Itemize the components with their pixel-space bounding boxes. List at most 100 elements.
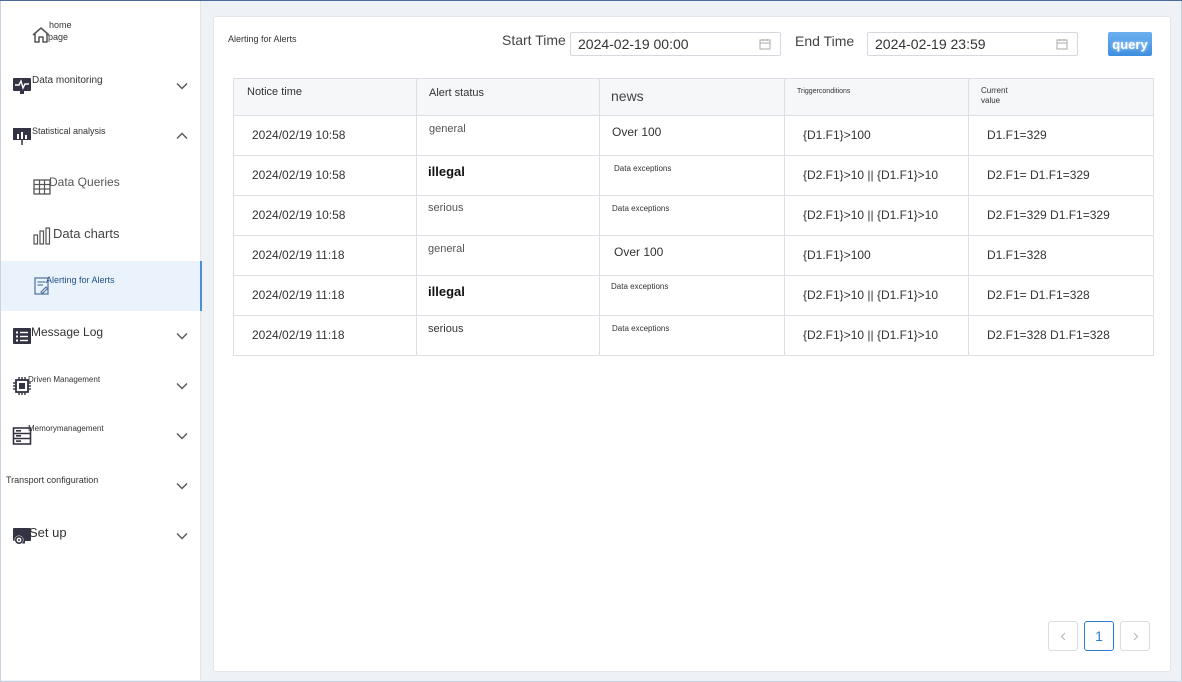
sidebar-item-home-label-line2: page — [48, 32, 69, 42]
start-time-picker[interactable] — [570, 32, 781, 56]
trigger-conditions-cell: {D2.F1}>10 || {D1.F1}>10 — [803, 328, 938, 342]
chevron-down-icon — [175, 329, 189, 343]
chevron-down-icon — [175, 529, 189, 543]
end-time-picker[interactable] — [867, 32, 1078, 56]
table-row[interactable]: 2024/02/19 11:18 serious Data exceptions… — [233, 315, 1154, 356]
sidebar-item-set-up[interactable]: Set up — [1, 511, 200, 561]
column-header-notice-time[interactable]: Notice time — [233, 78, 417, 116]
sidebar-item-home-label-line1: home — [49, 20, 72, 30]
page-number-button[interactable]: 1 — [1084, 621, 1114, 651]
trigger-conditions-cell: {D1.F1}>100 — [803, 248, 871, 262]
sidebar-item-statistical-analysis-label: Statistical analysis — [32, 126, 106, 136]
next-page-button[interactable] — [1120, 621, 1150, 651]
current-value-cell: D1.F1=329 — [987, 128, 1047, 142]
sidebar-item-message-log[interactable]: Message Log — [1, 311, 200, 361]
column-header-label: Current — [981, 86, 1008, 95]
chevron-down-icon — [175, 79, 189, 93]
sidebar-item-data-queries[interactable]: Data Queries — [1, 161, 200, 211]
list-icon — [12, 326, 32, 346]
notice-time-cell: 2024/02/19 10:58 — [252, 208, 346, 222]
trigger-conditions-cell: {D2.F1}>10 || {D1.F1}>10 — [803, 168, 938, 182]
column-header-news[interactable]: news — [599, 78, 785, 116]
column-header-label: Triggerconditions — [797, 88, 851, 95]
sidebar-item-memory-management[interactable]: Memorymanagement — [1, 411, 200, 461]
table-row[interactable]: 2024/02/19 11:18 illegal Data exceptions… — [233, 275, 1154, 316]
column-header-label: Notice time — [247, 86, 303, 98]
end-time-input[interactable] — [875, 36, 1045, 52]
sidebar: home page Data monitoring Statistical an… — [1, 1, 202, 680]
sidebar-item-data-monitoring-label: Data monitoring — [32, 75, 103, 86]
current-value-cell: D2.F1=329 D1.F1=329 — [987, 208, 1110, 222]
query-button[interactable]: query — [1108, 32, 1152, 56]
news-cell: Over 100 — [612, 125, 662, 139]
bar-chart-icon — [32, 226, 52, 246]
sidebar-item-statistical-analysis[interactable]: Statistical analysis — [1, 111, 200, 161]
main-panel: Alerting for Alerts Start Time End Time … — [213, 16, 1171, 672]
notice-time-cell: 2024/02/19 11:18 — [252, 288, 345, 302]
sidebar-item-transport-configuration-label: Transport configuration — [6, 475, 99, 485]
sidebar-item-message-log-label: Message Log — [31, 325, 104, 339]
sidebar-item-driven-management-label: Driven Management — [28, 375, 101, 384]
column-header-label: Alert status — [429, 87, 485, 99]
column-header-alert-status[interactable]: Alert status — [416, 78, 600, 116]
trigger-conditions-cell: {D1.F1}>100 — [803, 128, 871, 142]
chevron-right-icon — [1133, 632, 1139, 641]
sidebar-item-alerting-label: Alerting for Alerts — [46, 275, 115, 285]
notice-time-cell: 2024/02/19 10:58 — [252, 168, 346, 182]
table-row[interactable]: 2024/02/19 10:58 general Over 100 {D1.F1… — [233, 115, 1154, 156]
news-cell: Data exceptions — [614, 164, 672, 173]
column-header-label: news — [611, 88, 644, 104]
alert-status-cell: illegal — [428, 164, 465, 179]
column-header-trigger-conditions[interactable]: Triggerconditions — [784, 78, 969, 116]
sidebar-item-memory-management-label: Memorymanagement — [28, 424, 104, 433]
news-cell: Data exceptions — [611, 282, 669, 291]
start-time-label: Start Time — [502, 32, 566, 48]
calendar-icon[interactable] — [1056, 38, 1068, 50]
notice-time-cell: 2024/02/19 11:18 — [252, 328, 345, 342]
current-value-cell: D1.F1=328 — [987, 248, 1047, 262]
chevron-left-icon — [1060, 632, 1066, 641]
chevron-down-icon — [175, 429, 189, 443]
sidebar-item-home[interactable]: home page — [1, 11, 200, 61]
table-row[interactable]: 2024/02/19 10:58 illegal Data exceptions… — [233, 155, 1154, 196]
column-header-current-value[interactable]: Current value — [968, 78, 1154, 116]
sidebar-item-set-up-label: Set up — [29, 525, 67, 540]
alert-status-cell: serious — [428, 323, 464, 335]
chevron-down-icon — [175, 479, 189, 493]
current-value-cell: D2.F1= D1.F1=329 — [987, 168, 1090, 182]
sidebar-item-transport-configuration[interactable]: Transport configuration — [1, 461, 200, 511]
prev-page-button[interactable] — [1048, 621, 1078, 651]
notice-time-cell: 2024/02/19 10:58 — [252, 128, 346, 142]
sidebar-item-data-queries-label: Data Queries — [49, 175, 120, 189]
monitor-pulse-icon — [12, 76, 32, 96]
start-time-input[interactable] — [578, 36, 748, 52]
table-row[interactable]: 2024/02/19 11:18 general Over 100 {D1.F1… — [233, 235, 1154, 276]
alert-status-cell: serious — [428, 202, 464, 214]
alert-status-cell: general — [429, 123, 466, 135]
table-row[interactable]: 2024/02/19 10:58 serious Data exceptions… — [233, 195, 1154, 236]
sidebar-item-data-charts[interactable]: Data charts — [1, 211, 200, 261]
chevron-up-icon — [175, 129, 189, 143]
current-value-cell: D2.F1= D1.F1=328 — [987, 288, 1090, 302]
trigger-conditions-cell: {D2.F1}>10 || {D1.F1}>10 — [803, 288, 938, 302]
sidebar-item-driven-management[interactable]: Driven Management — [1, 361, 200, 411]
alerts-table: Notice time Alert status news Triggercon… — [233, 78, 1154, 356]
table-header-row: Notice time Alert status news Triggercon… — [233, 78, 1154, 116]
sidebar-item-data-monitoring[interactable]: Data monitoring — [1, 61, 200, 111]
page-title: Alerting for Alerts — [228, 34, 297, 44]
alert-status-cell: illegal — [428, 284, 465, 299]
sidebar-item-alerting-for-alerts[interactable]: Alerting for Alerts — [1, 261, 202, 311]
notice-time-cell: 2024/02/19 11:18 — [252, 248, 345, 262]
current-value-cell: D2.F1=328 D1.F1=328 — [987, 328, 1110, 342]
calendar-icon[interactable] — [759, 38, 771, 50]
column-header-label: value — [981, 96, 1001, 105]
news-cell: Over 100 — [614, 245, 664, 259]
end-time-label: End Time — [795, 33, 855, 49]
presentation-chart-icon — [12, 126, 32, 146]
news-cell: Data exceptions — [612, 204, 670, 213]
chevron-down-icon — [175, 379, 189, 393]
trigger-conditions-cell: {D2.F1}>10 || {D1.F1}>10 — [803, 208, 938, 222]
news-cell: Data exceptions — [612, 324, 670, 333]
alert-status-cell: general — [428, 243, 465, 255]
sidebar-item-data-charts-label: Data charts — [53, 226, 120, 241]
